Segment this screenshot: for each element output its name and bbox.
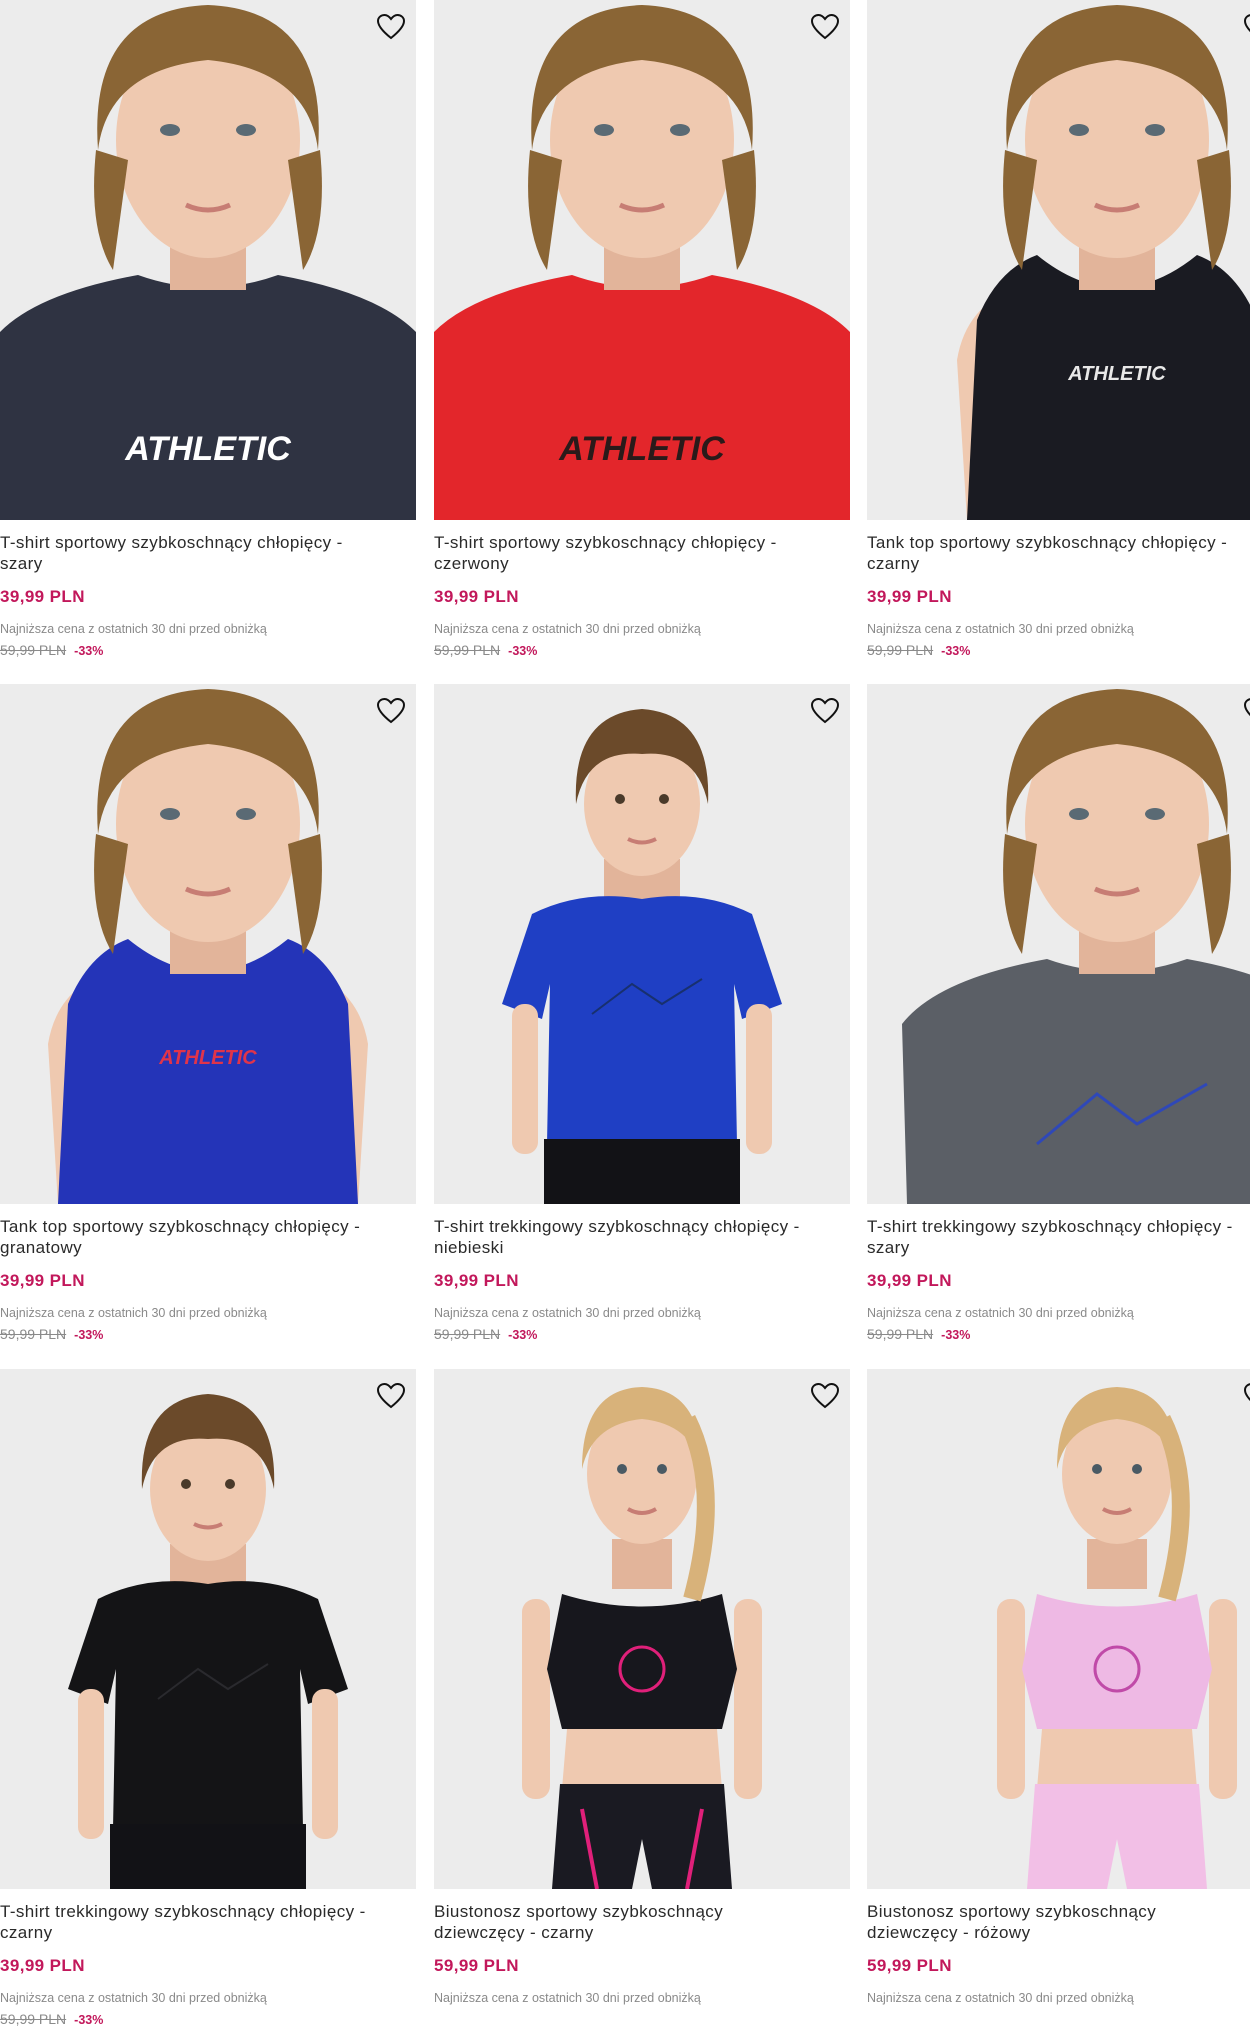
product-title[interactable]: Tank top sportowy szybkoschnący chłopięc… bbox=[867, 532, 1250, 574]
discount-badge: -33% bbox=[74, 2013, 104, 2027]
product-title[interactable]: Biustonosz sportowy szybkoschnący dziewc… bbox=[434, 1901, 850, 1943]
product-title[interactable]: T-shirt trekkingowy szybkoschnący chłopi… bbox=[0, 1901, 416, 1943]
product-card[interactable]: ATHLETIC Tank top sportowy szybkoschnący … bbox=[0, 684, 416, 1354]
heart-outline-icon[interactable] bbox=[1243, 1381, 1250, 1411]
product-card[interactable]: ATHLETIC T-shirt sportowy szybkoschnący c… bbox=[0, 0, 416, 670]
product-price: 39,99 PLN bbox=[0, 587, 85, 606]
product-title[interactable]: T-shirt trekkingowy szybkoschnący chłopi… bbox=[434, 1216, 850, 1258]
old-price: 59,99 PLN bbox=[0, 1326, 67, 1342]
product-price: 59,99 PLN bbox=[434, 1956, 519, 1975]
discount-badge: -33% bbox=[508, 1328, 538, 1342]
old-price: 59,99 PLN bbox=[434, 642, 501, 658]
svg-text:ATHLETIC: ATHLETIC bbox=[124, 430, 291, 468]
discount-badge: -33% bbox=[941, 644, 971, 658]
old-price-row: 59,99 PLN -33% bbox=[434, 642, 537, 658]
product-photo[interactable] bbox=[867, 684, 1250, 1204]
product-card[interactable]: Biustonosz sportowy szybkoschnący dziewc… bbox=[867, 1369, 1250, 2039]
old-price: 59,99 PLN bbox=[434, 1326, 501, 1342]
product-card[interactable]: T-shirt trekkingowy szybkoschnący chłopi… bbox=[434, 684, 850, 1354]
product-photo[interactable]: ATHLETIC bbox=[0, 0, 416, 520]
lowest-price-note: Najniższa cena z ostatnich 30 dni przed … bbox=[0, 622, 267, 636]
product-card[interactable]: ATHLETIC T-shirt sportowy szybkoschnący c… bbox=[434, 0, 850, 670]
old-price: 59,99 PLN bbox=[0, 2011, 67, 2027]
product-photo[interactable]: ATHLETIC bbox=[867, 0, 1250, 520]
old-price: 59,99 PLN bbox=[0, 642, 67, 658]
old-price: 59,99 PLN bbox=[867, 642, 934, 658]
product-price: 39,99 PLN bbox=[434, 1271, 519, 1290]
lowest-price-note: Najniższa cena z ostatnich 30 dni przed … bbox=[434, 1991, 701, 2005]
heart-outline-icon[interactable] bbox=[810, 1381, 840, 1411]
heart-outline-icon[interactable] bbox=[1243, 696, 1250, 726]
product-card[interactable]: T-shirt trekkingowy szybkoschnący chłopi… bbox=[0, 1369, 416, 2039]
discount-badge: -33% bbox=[941, 1328, 971, 1342]
product-title[interactable]: Tank top sportowy szybkoschnący chłopięc… bbox=[0, 1216, 416, 1258]
old-price: 59,99 PLN bbox=[867, 1326, 934, 1342]
old-price-row: 59,99 PLN -33% bbox=[434, 1326, 537, 1342]
product-photo[interactable] bbox=[0, 1369, 416, 1889]
product-photo[interactable] bbox=[434, 684, 850, 1204]
discount-badge: -33% bbox=[74, 1328, 104, 1342]
product-price: 39,99 PLN bbox=[867, 587, 952, 606]
product-title[interactable]: T-shirt sportowy szybkoschnący chłopięcy… bbox=[0, 532, 416, 574]
product-title[interactable]: T-shirt trekkingowy szybkoschnący chłopi… bbox=[867, 1216, 1250, 1258]
old-price-row: 59,99 PLN -33% bbox=[0, 1326, 103, 1342]
product-price: 39,99 PLN bbox=[867, 1271, 952, 1290]
old-price-row: 59,99 PLN -33% bbox=[867, 1326, 970, 1342]
product-title[interactable]: Biustonosz sportowy szybkoschnący dziewc… bbox=[867, 1901, 1250, 1943]
lowest-price-note: Najniższa cena z ostatnich 30 dni przed … bbox=[867, 1306, 1134, 1320]
product-price: 39,99 PLN bbox=[434, 587, 519, 606]
heart-outline-icon[interactable] bbox=[376, 1381, 406, 1411]
product-photo[interactable]: ATHLETIC bbox=[0, 684, 416, 1204]
lowest-price-note: Najniższa cena z ostatnich 30 dni przed … bbox=[867, 622, 1134, 636]
discount-badge: -33% bbox=[508, 644, 538, 658]
product-price: 39,99 PLN bbox=[0, 1956, 85, 1975]
svg-text:ATHLETIC: ATHLETIC bbox=[558, 430, 725, 468]
lowest-price-note: Najniższa cena z ostatnich 30 dni przed … bbox=[0, 1306, 267, 1320]
lowest-price-note: Najniższa cena z ostatnich 30 dni przed … bbox=[0, 1991, 267, 2005]
svg-text:ATHLETIC: ATHLETIC bbox=[1067, 363, 1166, 385]
old-price-row: 59,99 PLN -33% bbox=[867, 642, 970, 658]
svg-text:ATHLETIC: ATHLETIC bbox=[158, 1047, 257, 1069]
product-photo[interactable] bbox=[867, 1369, 1250, 1889]
product-photo[interactable] bbox=[434, 1369, 850, 1889]
heart-outline-icon[interactable] bbox=[376, 12, 406, 42]
heart-outline-icon[interactable] bbox=[1243, 12, 1250, 42]
discount-badge: -33% bbox=[74, 644, 104, 658]
old-price-row: 59,99 PLN -33% bbox=[0, 642, 103, 658]
heart-outline-icon[interactable] bbox=[810, 696, 840, 726]
product-card[interactable]: ATHLETIC Tank top sportowy szybkoschnący … bbox=[867, 0, 1250, 670]
product-card[interactable]: T-shirt trekkingowy szybkoschnący chłopi… bbox=[867, 684, 1250, 1354]
product-price: 39,99 PLN bbox=[0, 1271, 85, 1290]
product-photo[interactable]: ATHLETIC bbox=[434, 0, 850, 520]
old-price-row: 59,99 PLN -33% bbox=[0, 2011, 103, 2027]
heart-outline-icon[interactable] bbox=[376, 696, 406, 726]
lowest-price-note: Najniższa cena z ostatnich 30 dni przed … bbox=[434, 622, 701, 636]
lowest-price-note: Najniższa cena z ostatnich 30 dni przed … bbox=[434, 1306, 701, 1320]
heart-outline-icon[interactable] bbox=[810, 12, 840, 42]
lowest-price-note: Najniższa cena z ostatnich 30 dni przed … bbox=[867, 1991, 1134, 2005]
product-price: 59,99 PLN bbox=[867, 1956, 952, 1975]
product-card[interactable]: Biustonosz sportowy szybkoschnący dziewc… bbox=[434, 1369, 850, 2039]
product-title[interactable]: T-shirt sportowy szybkoschnący chłopięcy… bbox=[434, 532, 850, 574]
